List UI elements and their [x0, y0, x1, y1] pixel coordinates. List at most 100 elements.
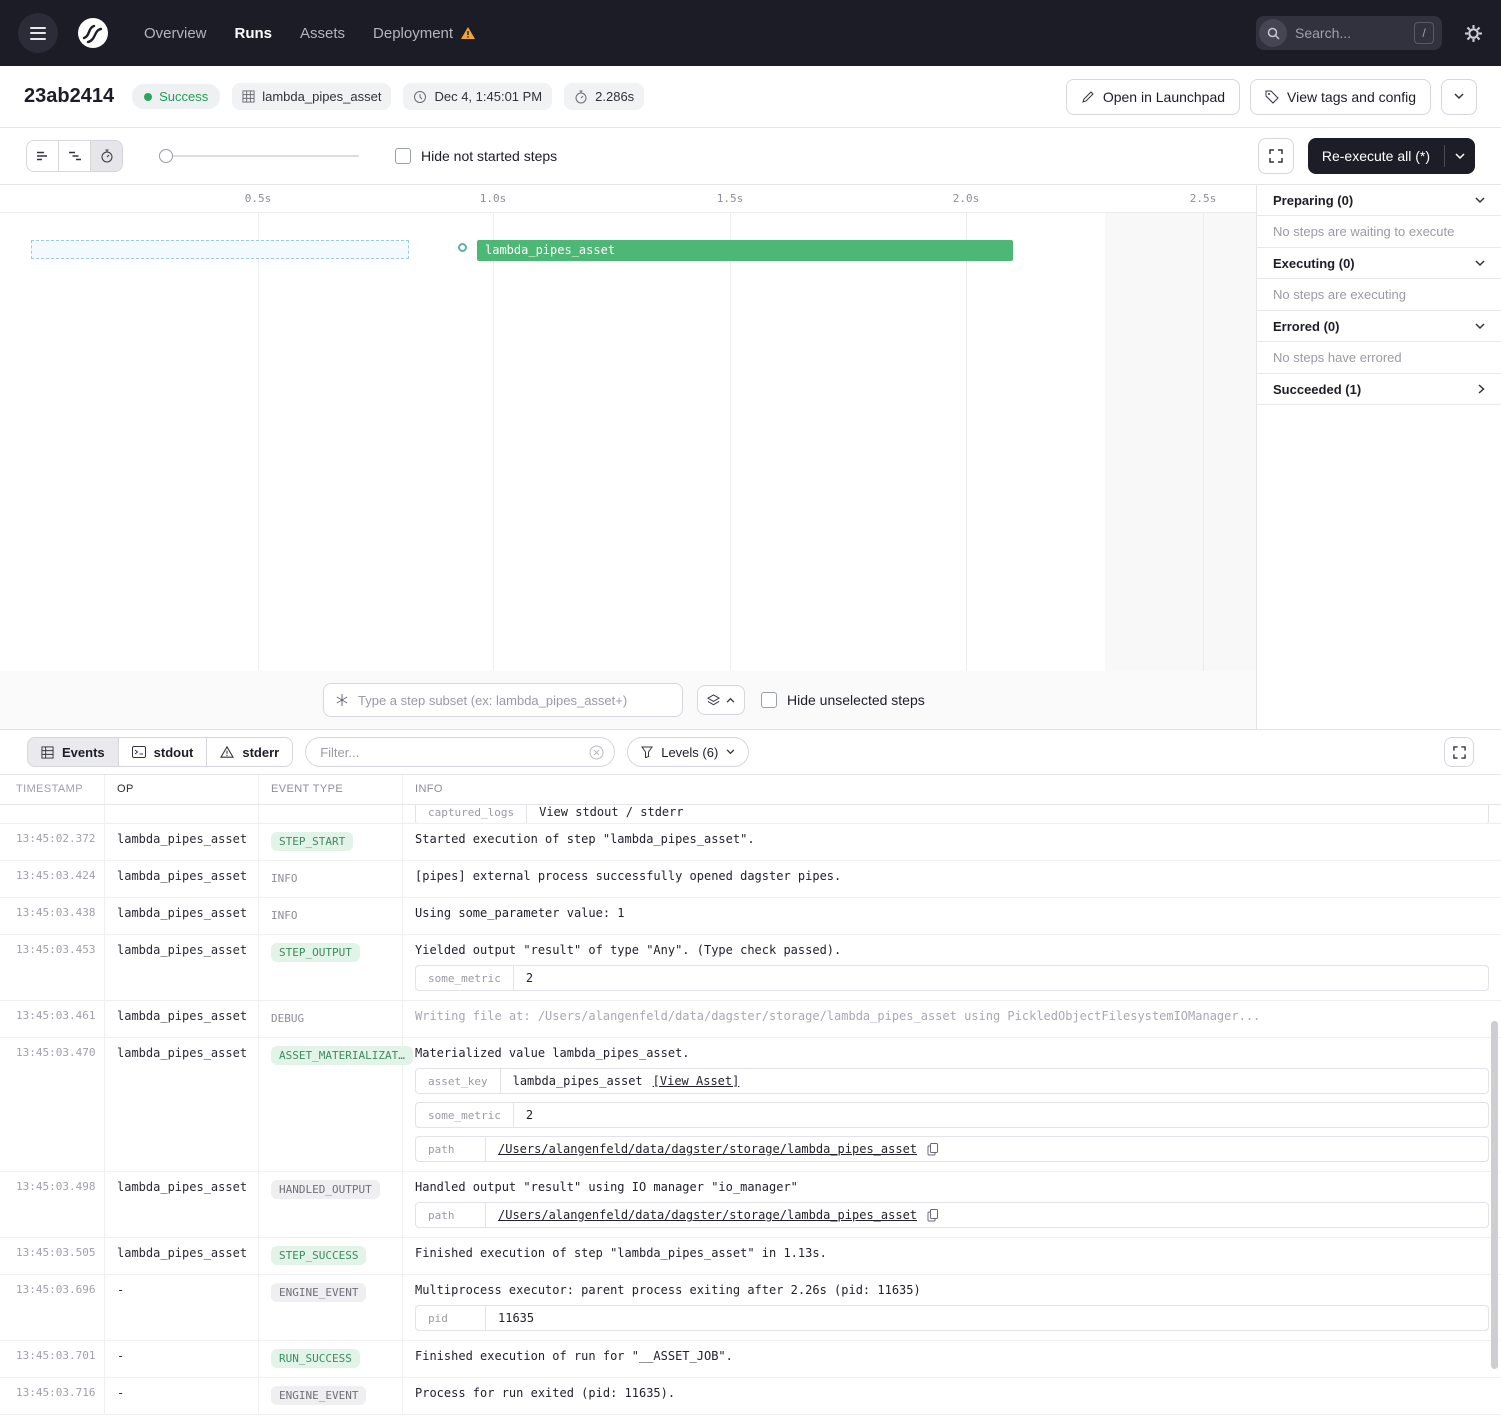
run-header-more-button[interactable]	[1441, 79, 1477, 115]
gantt-view-mode-group	[26, 140, 123, 172]
slider-knob[interactable]	[159, 149, 173, 163]
reexecute-all-label: Re-execute all (*)	[1308, 138, 1444, 174]
search-input[interactable]	[1295, 25, 1406, 41]
open-in-launchpad-label: Open in Launchpad	[1103, 89, 1225, 105]
gantt-zoom-slider[interactable]	[159, 149, 359, 163]
metadata-value: 2	[514, 1103, 1488, 1127]
log-row-partial: captured_logs View stdout / stderr	[0, 805, 1501, 824]
log-op: lambda_pipes_asset	[105, 1038, 259, 1171]
section-preparing[interactable]: Preparing (0)	[1257, 185, 1501, 216]
settings-gear-icon[interactable]	[1464, 24, 1483, 43]
run-target-chip[interactable]: lambda_pipes_asset	[232, 83, 391, 110]
view-mode-flat-button[interactable]	[26, 140, 59, 172]
nav-item-assets[interactable]: Assets	[300, 25, 345, 42]
run-header-actions: Open in Launchpad View tags and config	[1066, 79, 1477, 115]
event-type-tag: ENGINE_EVENT	[271, 1283, 366, 1302]
log-row[interactable]: 13:45:03.696 - ENGINE_EVENT Multiprocess…	[0, 1275, 1501, 1341]
log-timestamp: 13:45:03.498	[0, 1172, 105, 1237]
event-type-tag: HANDLED_OUTPUT	[271, 1180, 380, 1199]
log-row[interactable]: 13:45:03.461 lambda_pipes_asset DEBUG Wr…	[0, 1001, 1501, 1038]
log-table-header: Timestamp Op Event type Info	[0, 775, 1501, 805]
log-row[interactable]: 13:45:03.438 lambda_pipes_asset INFO Usi…	[0, 898, 1501, 935]
view-tags-config-button[interactable]: View tags and config	[1250, 79, 1431, 115]
hide-not-started-checkbox[interactable]	[395, 148, 411, 164]
step-subset-input[interactable]	[358, 693, 671, 708]
section-errored-body: No steps have errored	[1257, 342, 1501, 374]
section-executing[interactable]: Executing (0)	[1257, 248, 1501, 279]
nav-item-runs[interactable]: Runs	[235, 25, 273, 42]
chevron-down-icon	[1475, 260, 1485, 267]
log-row[interactable]: 13:45:03.424 lambda_pipes_asset INFO [pi…	[0, 861, 1501, 898]
search-box[interactable]: /	[1256, 16, 1442, 50]
copy-path-icon[interactable]	[927, 1143, 939, 1156]
log-row[interactable]: 13:45:03.470 lambda_pipes_asset ASSET_MA…	[0, 1038, 1501, 1172]
log-op: lambda_pipes_asset	[105, 1172, 259, 1237]
graph-query-toggle-button[interactable]	[697, 685, 745, 715]
log-row[interactable]: 13:45:03.505 lambda_pipes_asset STEP_SUC…	[0, 1238, 1501, 1275]
metadata-value[interactable]: View stdout / stderr	[527, 805, 1488, 824]
section-errored[interactable]: Errored (0)	[1257, 311, 1501, 342]
pencil-icon	[1081, 90, 1095, 104]
chevron-down-icon	[1454, 93, 1464, 100]
path-link[interactable]: /Users/alangenfeld/data/dagster/storage/…	[498, 1142, 917, 1156]
tab-stderr[interactable]: stderr	[206, 737, 293, 767]
log-row[interactable]: 13:45:03.498 lambda_pipes_asset HANDLED_…	[0, 1172, 1501, 1238]
time-marker: 1.0s	[480, 192, 507, 205]
deployment-warning-icon	[460, 26, 476, 40]
reexecute-all-button[interactable]: Re-execute all (*)	[1308, 138, 1475, 174]
tab-stdout[interactable]: stdout	[118, 737, 208, 767]
search-icon	[1259, 19, 1287, 47]
log-op: -	[105, 1341, 259, 1377]
nav-item-deployment[interactable]: Deployment	[373, 25, 476, 42]
copy-path-icon[interactable]	[927, 1209, 939, 1222]
section-executing-body: No steps are executing	[1257, 279, 1501, 311]
log-op: lambda_pipes_asset	[105, 1238, 259, 1274]
view-asset-link[interactable]: [View Asset]	[653, 1074, 740, 1088]
hide-unselected-checkbox[interactable]	[761, 692, 777, 708]
tab-events[interactable]: Events	[27, 737, 119, 767]
levels-filter-label: Levels (6)	[661, 745, 718, 760]
step-subset-box[interactable]	[323, 683, 683, 717]
status-label: Success	[159, 89, 208, 104]
time-marker: 1.5s	[717, 192, 744, 205]
metadata-key: path	[416, 1137, 486, 1161]
log-filter-box[interactable]	[305, 737, 615, 767]
gridline	[1203, 213, 1204, 729]
view-tags-config-label: View tags and config	[1287, 89, 1416, 105]
gantt-fullscreen-button[interactable]	[1258, 138, 1294, 174]
time-marker: 0.5s	[245, 192, 272, 205]
tag-icon	[1265, 90, 1279, 104]
open-in-launchpad-button[interactable]: Open in Launchpad	[1066, 79, 1240, 115]
log-row[interactable]: 13:45:03.453 lambda_pipes_asset STEP_OUT…	[0, 935, 1501, 1001]
log-row[interactable]: 13:45:03.716 - ENGINE_EVENT Process for …	[0, 1378, 1501, 1415]
metadata-key: some_metric	[416, 966, 514, 990]
clear-filter-icon[interactable]	[589, 745, 604, 760]
log-row[interactable]: 13:45:03.701 - RUN_SUCCESS Finished exec…	[0, 1341, 1501, 1378]
chevron-down-icon	[1475, 323, 1485, 330]
log-timestamp: 13:45:02.372	[0, 824, 105, 860]
view-mode-timed-button[interactable]	[90, 140, 123, 172]
view-mode-waterfall-button[interactable]	[58, 140, 91, 172]
chevron-right-icon	[1478, 384, 1485, 394]
log-fullscreen-button[interactable]	[1444, 737, 1474, 767]
gantt-step-bar[interactable]: lambda_pipes_asset	[477, 240, 1013, 261]
expand-icon	[1453, 746, 1466, 759]
log-op: lambda_pipes_asset	[105, 898, 259, 934]
log-row[interactable]: 13:45:02.372 lambda_pipes_asset STEP_STA…	[0, 824, 1501, 861]
log-scrollbar-thumb[interactable]	[1491, 1021, 1498, 1369]
metadata-entry: path /Users/alangenfeld/data/dagster/sto…	[415, 1202, 1489, 1228]
path-link[interactable]: /Users/alangenfeld/data/dagster/storage/…	[498, 1208, 917, 1222]
metadata-entry: captured_logs View stdout / stderr	[415, 805, 1489, 824]
log-info: Process for run exited (pid: 11635).	[403, 1378, 1501, 1414]
chevron-down-icon[interactable]	[1445, 138, 1475, 174]
nav-item-overview[interactable]: Overview	[144, 25, 207, 42]
log-filter-input[interactable]	[320, 745, 581, 760]
step-status-panel: Preparing (0) No steps are waiting to ex…	[1256, 185, 1501, 729]
gantt-step-marker-icon	[458, 243, 467, 252]
hamburger-menu-button[interactable]	[18, 13, 58, 53]
section-succeeded[interactable]: Succeeded (1)	[1257, 374, 1501, 405]
gantt-bottom-controls: Hide unselected steps	[0, 671, 1256, 729]
log-info: Handled output "result" using IO manager…	[415, 1180, 1489, 1194]
levels-filter-button[interactable]: Levels (6)	[627, 737, 749, 767]
status-badge: Success	[132, 84, 220, 109]
